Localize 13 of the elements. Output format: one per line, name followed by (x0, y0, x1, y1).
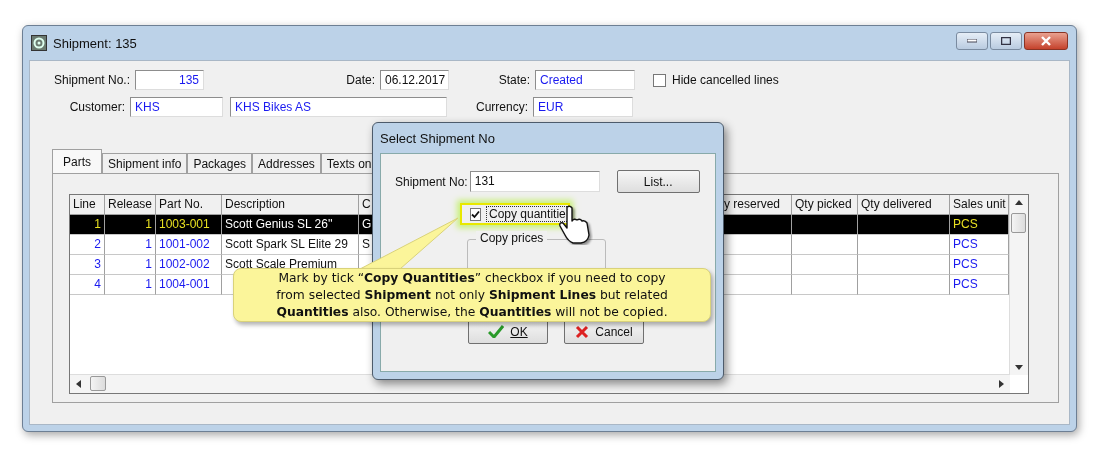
group-label: Copy prices (476, 231, 548, 245)
table-cell: 1004-001 (156, 275, 222, 295)
table-cell: 1 (105, 275, 156, 295)
field-label: Shipment No.: (52, 73, 131, 87)
table-cell: 4 (70, 275, 105, 295)
field-label: State: (497, 73, 531, 87)
field-label: Currency: (475, 100, 529, 114)
field-label: Customer: (68, 100, 126, 114)
checkbox-label: Hide cancelled lines (672, 73, 780, 87)
field-label: Date: (345, 73, 376, 87)
window-title: Shipment: 135 (53, 35, 137, 51)
dialog-title: Select Shipment No (380, 130, 495, 146)
field-label: Shipment No: (395, 174, 469, 189)
